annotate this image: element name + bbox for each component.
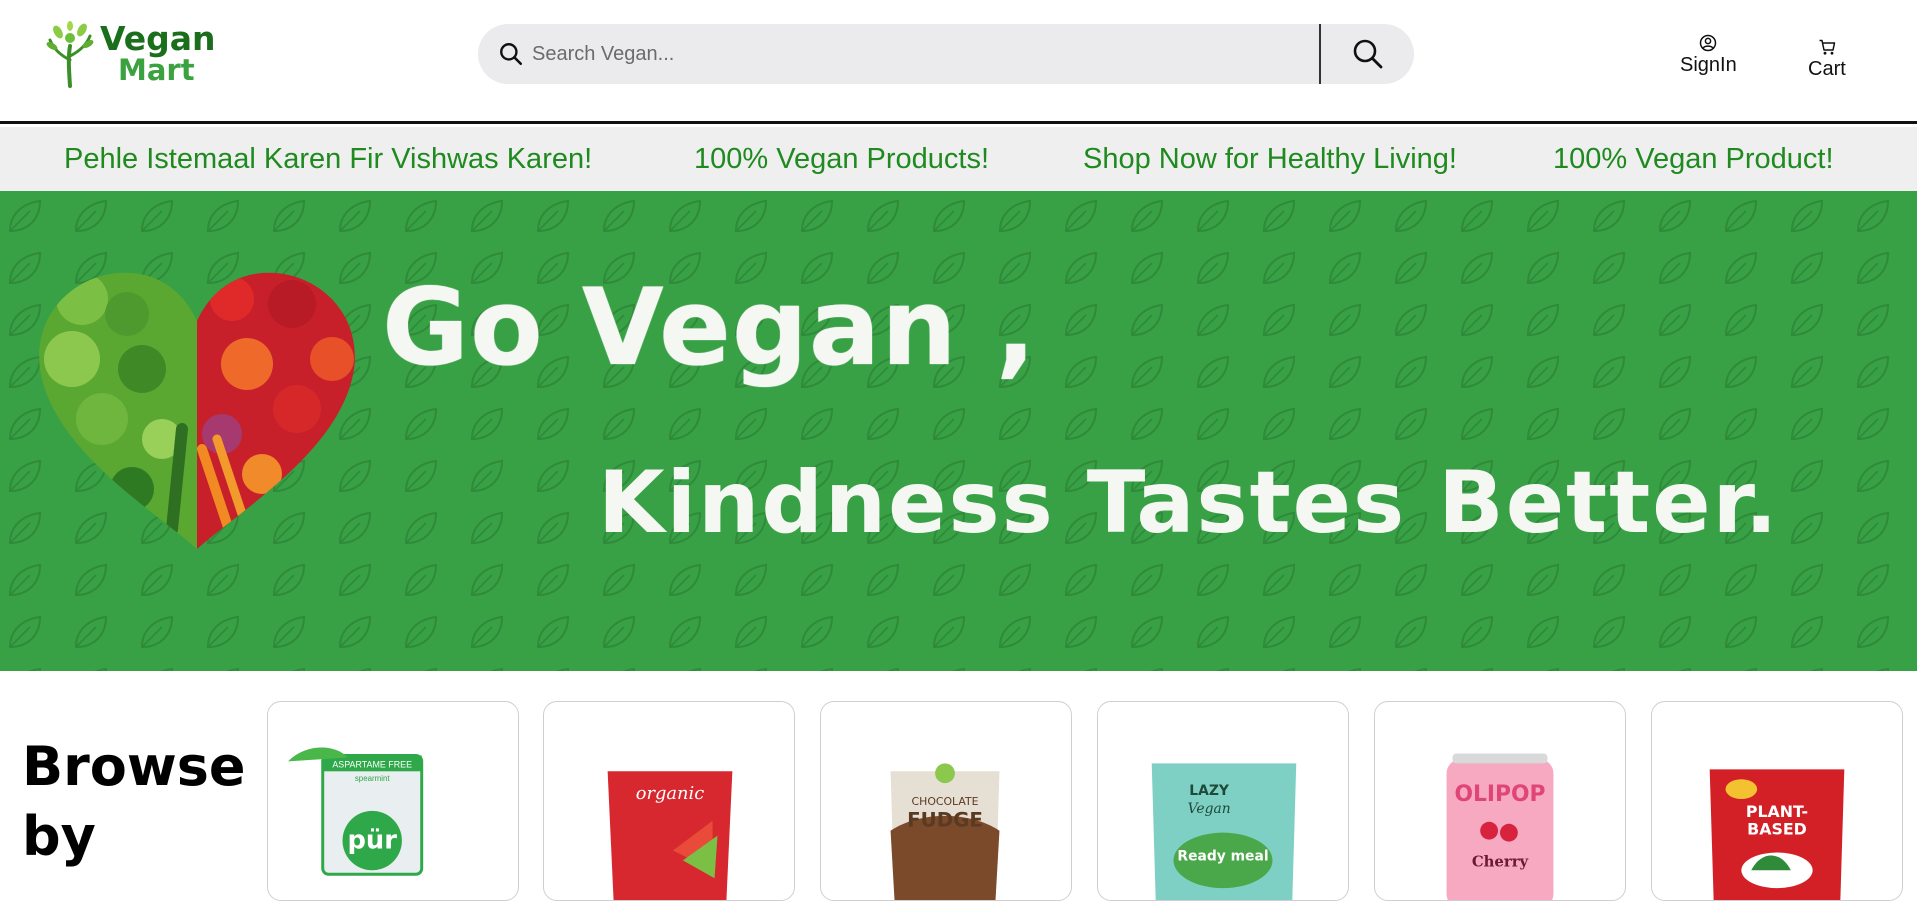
brand-line2: Mart	[118, 53, 195, 88]
svg-text:ASPARTAME FREE: ASPARTAME FREE	[332, 759, 412, 769]
product-card[interactable]: ASPARTAME FREE pür spearmint	[267, 701, 519, 901]
svg-text:OLIPOP: OLIPOP	[1455, 782, 1546, 807]
svg-text:CHOCOLATE: CHOCOLATE	[912, 795, 979, 808]
svg-text:Vegan: Vegan	[1188, 801, 1231, 817]
hero-subheadline: Kindness Tastes Better.	[598, 453, 1780, 553]
vegetable-heart-image	[39, 272, 355, 549]
cart-label: Cart	[1808, 58, 1846, 80]
search-bar	[478, 24, 1414, 84]
announcement-bar: Pehle Istemaal Karen Fir Vishwas Karen! …	[0, 127, 1917, 191]
announcement-item: Shop Now for Healthy Living!	[1083, 142, 1457, 175]
hero-banner[interactable]: Go Vegan , Kindness Tastes Better.	[0, 191, 1917, 671]
brand-wordmark: Vegan Mart	[100, 22, 216, 85]
search-button[interactable]	[1319, 24, 1414, 84]
svg-text:PLANT-: PLANT-	[1746, 802, 1808, 821]
svg-text:spearmint: spearmint	[355, 774, 391, 783]
product-card[interactable]: OLIPOP Cherry	[1374, 701, 1626, 901]
product-snack-image: organic	[607, 771, 733, 900]
product-card[interactable]: PLANT- BASED	[1651, 701, 1903, 901]
svg-text:Cherry: Cherry	[1472, 852, 1529, 870]
announcement-item: 100% Vegan Products!	[694, 142, 990, 175]
product-ready-meal-image: LAZY Vegan Ready meal	[1151, 763, 1297, 900]
announcement-item: 100% Vegan Product!	[1553, 142, 1834, 175]
product-card[interactable]: organic	[543, 701, 795, 901]
search-input[interactable]	[524, 24, 1319, 84]
product-plant-based-image: PLANT- BASED	[1709, 769, 1845, 900]
site-header: Vegan Mart SignIn Cart	[0, 0, 1917, 124]
product-soda-can-image: OLIPOP Cherry	[1446, 753, 1554, 900]
signin-button[interactable]: SignIn	[1680, 34, 1737, 77]
user-icon	[1700, 34, 1717, 52]
brand-logo[interactable]: Vegan Mart	[46, 18, 226, 90]
cart-icon	[1819, 39, 1836, 55]
brand-line1: Vegan	[100, 19, 216, 59]
search-icon	[1353, 39, 1382, 69]
product-card[interactable]: LAZY Vegan Ready meal	[1097, 701, 1349, 901]
announcement-item: Pehle Istemaal Karen Fir Vishwas Karen!	[64, 142, 593, 175]
product-gum-image: ASPARTAME FREE pür spearmint	[288, 747, 424, 876]
svg-text:pür: pür	[347, 826, 397, 856]
search-icon	[500, 43, 523, 66]
product-card[interactable]: CHOCOLATE FUDGE	[820, 701, 1072, 901]
product-fudge-image: CHOCOLATE FUDGE	[890, 763, 1000, 900]
browse-heading: Browse by	[22, 735, 246, 868]
svg-text:organic: organic	[636, 783, 704, 804]
svg-text:BASED: BASED	[1747, 820, 1807, 839]
svg-text:LAZY: LAZY	[1189, 783, 1230, 799]
tree-logo-icon	[46, 21, 94, 88]
hero-headline: Go Vegan ,	[382, 266, 1037, 389]
svg-text:Ready meal: Ready meal	[1177, 848, 1268, 864]
signin-label: SignIn	[1680, 54, 1737, 76]
svg-text:FUDGE: FUDGE	[907, 809, 983, 832]
cart-button[interactable]: Cart	[1808, 38, 1846, 81]
